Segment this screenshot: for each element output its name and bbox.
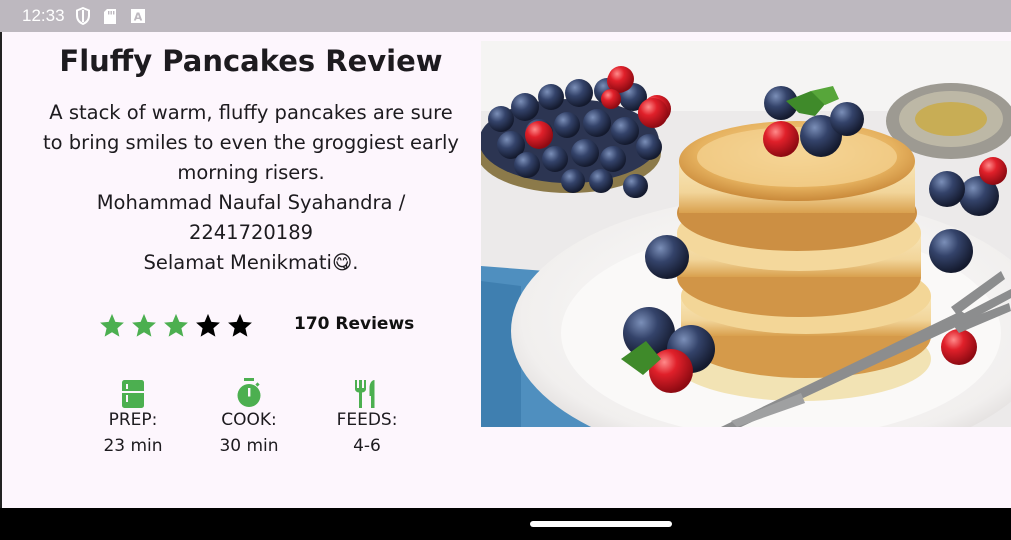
author-line: Mohammad Naufal Syahandra /	[96, 191, 406, 214]
cook-stat: COOK: 30 min	[194, 374, 304, 456]
reviews-count: 170 Reviews	[294, 314, 415, 334]
recipe-screen: Fluffy Pancakes Review A stack of warm, …	[0, 32, 1011, 508]
kitchen-icon	[78, 374, 188, 408]
stat-label: COOK:	[221, 410, 277, 430]
recipe-title: Fluffy Pancakes Review	[59, 44, 443, 78]
star-empty-icon	[192, 310, 224, 340]
description-line: morning risers.	[177, 161, 325, 184]
restaurant-icon	[312, 374, 422, 408]
rating-stars	[96, 310, 256, 340]
status-time: 12:33	[22, 6, 65, 25]
timer-icon	[194, 374, 304, 408]
status-bar: 12:33 A	[0, 0, 1011, 32]
star-filled-icon	[96, 310, 128, 340]
pancakes-photo	[481, 41, 1011, 427]
star-empty-icon	[224, 310, 256, 340]
greeting-line: Selamat Menikmati😋.	[143, 251, 359, 274]
author-id-line: 2241720189	[188, 221, 314, 244]
description-line: A stack of warm, fluffy pancakes are sur…	[49, 101, 453, 124]
stat-label: FEEDS:	[336, 410, 398, 430]
description-line: to bring smiles to even the groggiest ea…	[43, 131, 459, 154]
navigation-bar	[0, 508, 1011, 540]
shield-icon	[75, 7, 91, 25]
recipe-details: Fluffy Pancakes Review A stack of warm, …	[2, 32, 480, 508]
feeds-stat: FEEDS: 4-6	[312, 374, 422, 456]
stat-value: 23 min	[103, 436, 163, 456]
prep-stat: PREP: 23 min	[78, 374, 188, 456]
star-filled-icon	[128, 310, 160, 340]
recipe-description: A stack of warm, fluffy pancakes are sur…	[2, 98, 500, 278]
star-filled-icon	[160, 310, 192, 340]
svg-text:A: A	[133, 11, 142, 24]
stat-label: PREP:	[108, 410, 158, 430]
home-gesture-handle[interactable]	[530, 521, 672, 527]
font-a-icon: A	[130, 9, 145, 24]
stat-value: 4-6	[353, 436, 381, 456]
stat-value: 30 min	[219, 436, 279, 456]
sd-card-icon	[103, 8, 117, 25]
